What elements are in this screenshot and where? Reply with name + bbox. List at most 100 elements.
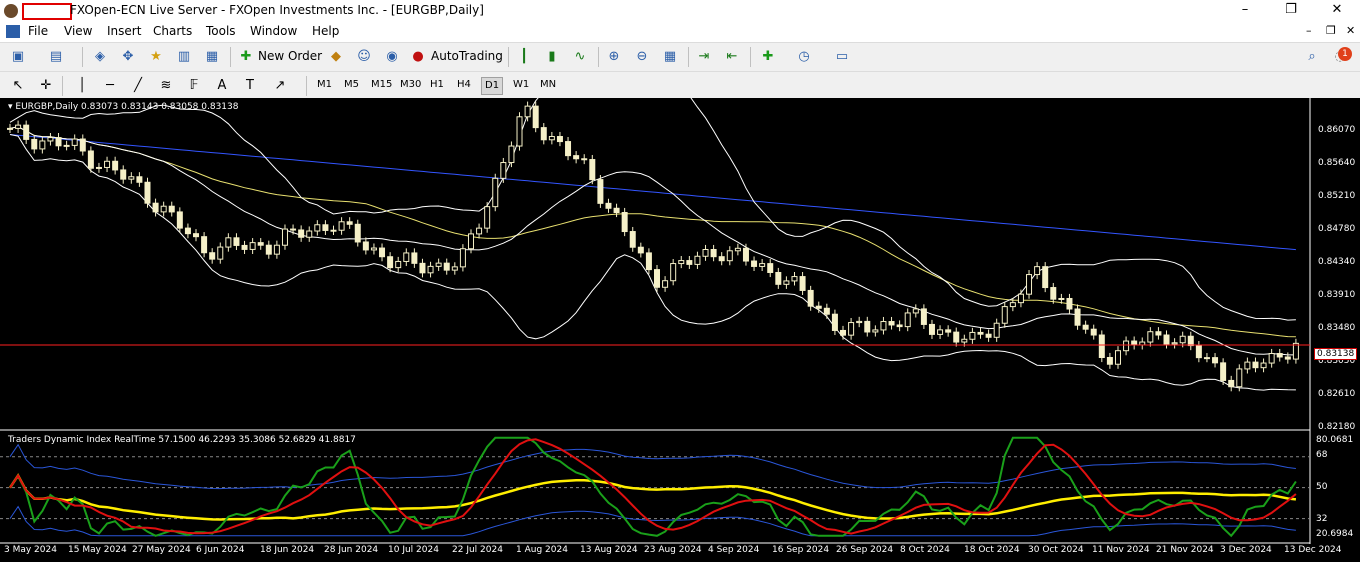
candle-body [1276, 353, 1283, 358]
menu-help[interactable]: Help [312, 24, 339, 38]
candle-body [1106, 356, 1113, 365]
timeframe-h4[interactable]: H4 [454, 77, 474, 93]
candle-body [597, 179, 604, 204]
crosshair-icon[interactable]: ✛ [36, 76, 56, 96]
timeframe-m15[interactable]: M15 [368, 77, 395, 93]
candle-body [508, 145, 515, 164]
chart-window-icon [6, 25, 20, 38]
cursor-icon[interactable]: ↖ [8, 76, 28, 96]
candle-body [1236, 368, 1243, 388]
zoom-in-icon[interactable]: ⊕ [604, 47, 624, 67]
autotrading-button[interactable]: AutoTrading [431, 49, 503, 63]
candle-body [379, 247, 386, 258]
candle-body [1195, 345, 1202, 359]
candle-body [1114, 350, 1121, 365]
candlestick-icon[interactable]: ▮ [542, 47, 562, 67]
autotrading-icon[interactable]: ● [408, 47, 428, 67]
data-window-icon[interactable]: ✥ [118, 47, 138, 67]
trendline-icon[interactable]: ╱ [128, 76, 148, 96]
candle-body [273, 244, 280, 255]
menu-bar: File View Insert Charts Tools Window Hel… [0, 22, 1360, 42]
candle-body [492, 177, 499, 208]
timeframe-d1[interactable]: D1 [481, 77, 504, 95]
close-button[interactable]: ✕ [1314, 0, 1360, 22]
text-icon[interactable]: A [212, 76, 232, 96]
candle-body [346, 221, 353, 225]
candle-body [815, 305, 822, 309]
search-icon[interactable]: ⌕ [1302, 47, 1322, 67]
price-chart-svg[interactable] [0, 98, 1360, 562]
child-restore-icon[interactable]: ❐ [1326, 24, 1336, 37]
timeframe-h1[interactable]: H1 [427, 77, 447, 93]
horizontal-line-icon[interactable]: ─ [100, 76, 120, 96]
channel-icon[interactable]: ≋ [156, 76, 176, 96]
navigator-icon[interactable]: ★ [146, 47, 166, 67]
price-axis-label: 0.84340 [1318, 257, 1356, 267]
date-label: 15 May 2024 [68, 545, 127, 555]
menu-view[interactable]: View [64, 24, 92, 38]
timeframe-mn[interactable]: MN [537, 77, 559, 93]
candle-body [1098, 334, 1105, 358]
candle-body [79, 138, 86, 152]
menu-insert[interactable]: Insert [107, 24, 141, 38]
chart-window[interactable]: ▾ EURGBP,Daily 0.83073 0.83143 0.83058 0… [0, 98, 1360, 562]
chart-shift-icon[interactable]: ⇤ [722, 47, 742, 67]
candle-body [23, 124, 30, 140]
line-chart-icon[interactable]: ∿ [570, 47, 590, 67]
date-label: 22 Jul 2024 [452, 545, 503, 555]
bar-chart-icon[interactable]: ┃ [514, 47, 534, 67]
candle-body [144, 181, 151, 204]
candle-body [759, 263, 766, 267]
candle-body [1001, 306, 1008, 324]
menu-tools[interactable]: Tools [206, 24, 236, 38]
terminal-icon[interactable]: ▥ [174, 47, 194, 67]
timeframe-m1[interactable]: M1 [314, 77, 335, 93]
periods-icon[interactable]: ◷ [794, 47, 814, 67]
profiles-icon[interactable]: ▤ [46, 47, 66, 67]
new-chart-icon[interactable]: ▣ [8, 47, 28, 67]
candle-body [880, 321, 887, 331]
price-axis-label: 0.86070 [1318, 125, 1356, 135]
strategy-tester-icon[interactable]: ▦ [202, 47, 222, 67]
notification-badge[interactable]: 1 [1338, 47, 1352, 61]
auto-scroll-icon[interactable]: ⇥ [694, 47, 714, 67]
menu-file[interactable]: File [28, 24, 48, 38]
candle-body [1026, 274, 1033, 295]
menu-charts[interactable]: Charts [153, 24, 192, 38]
indicator-axis-label: 68 [1316, 450, 1328, 460]
vertical-line-icon[interactable]: │ [72, 76, 92, 96]
signals-icon[interactable]: ◉ [382, 47, 402, 67]
collapse-arrow-icon[interactable]: ▾ [8, 102, 13, 112]
price-axis-label: 0.82610 [1318, 389, 1356, 399]
metaeditor-icon[interactable]: ◆ [326, 47, 346, 67]
candle-body [1163, 334, 1170, 345]
date-label: 6 Jun 2024 [196, 545, 245, 555]
date-label: 30 Oct 2024 [1028, 545, 1084, 555]
timeframe-m30[interactable]: M30 [397, 77, 424, 93]
child-close-icon[interactable]: ✕ [1346, 24, 1355, 37]
timeframe-m5[interactable]: M5 [341, 77, 362, 93]
new-order-icon[interactable]: ✚ [236, 47, 256, 67]
tile-windows-icon[interactable]: ▦ [660, 47, 680, 67]
candle-body [807, 289, 814, 307]
date-label: 18 Jun 2024 [260, 545, 315, 555]
new-order-button[interactable]: New Order [258, 49, 322, 63]
zoom-out-icon[interactable]: ⊖ [632, 47, 652, 67]
maximize-button[interactable]: ❐ [1268, 0, 1314, 22]
child-minimize-icon[interactable]: – [1306, 24, 1312, 37]
candle-body [1058, 297, 1065, 300]
candle-body [945, 329, 952, 333]
arrows-icon[interactable]: ↗ [270, 76, 290, 96]
market-watch-icon[interactable]: ◈ [90, 47, 110, 67]
timeframe-w1[interactable]: W1 [510, 77, 532, 93]
candle-body [985, 333, 992, 338]
candle-body [581, 158, 588, 161]
indicators-icon[interactable]: ✚ [758, 47, 778, 67]
templates-icon[interactable]: ▭ [832, 47, 852, 67]
menu-window[interactable]: Window [250, 24, 297, 38]
minimize-button[interactable]: – [1222, 0, 1268, 22]
current-price-tag: 0.83138 [1314, 348, 1358, 360]
text-label-icon[interactable]: T [240, 76, 260, 96]
fibonacci-icon[interactable]: 𝔽 [184, 76, 204, 96]
community-icon[interactable]: ☺ [354, 47, 374, 67]
